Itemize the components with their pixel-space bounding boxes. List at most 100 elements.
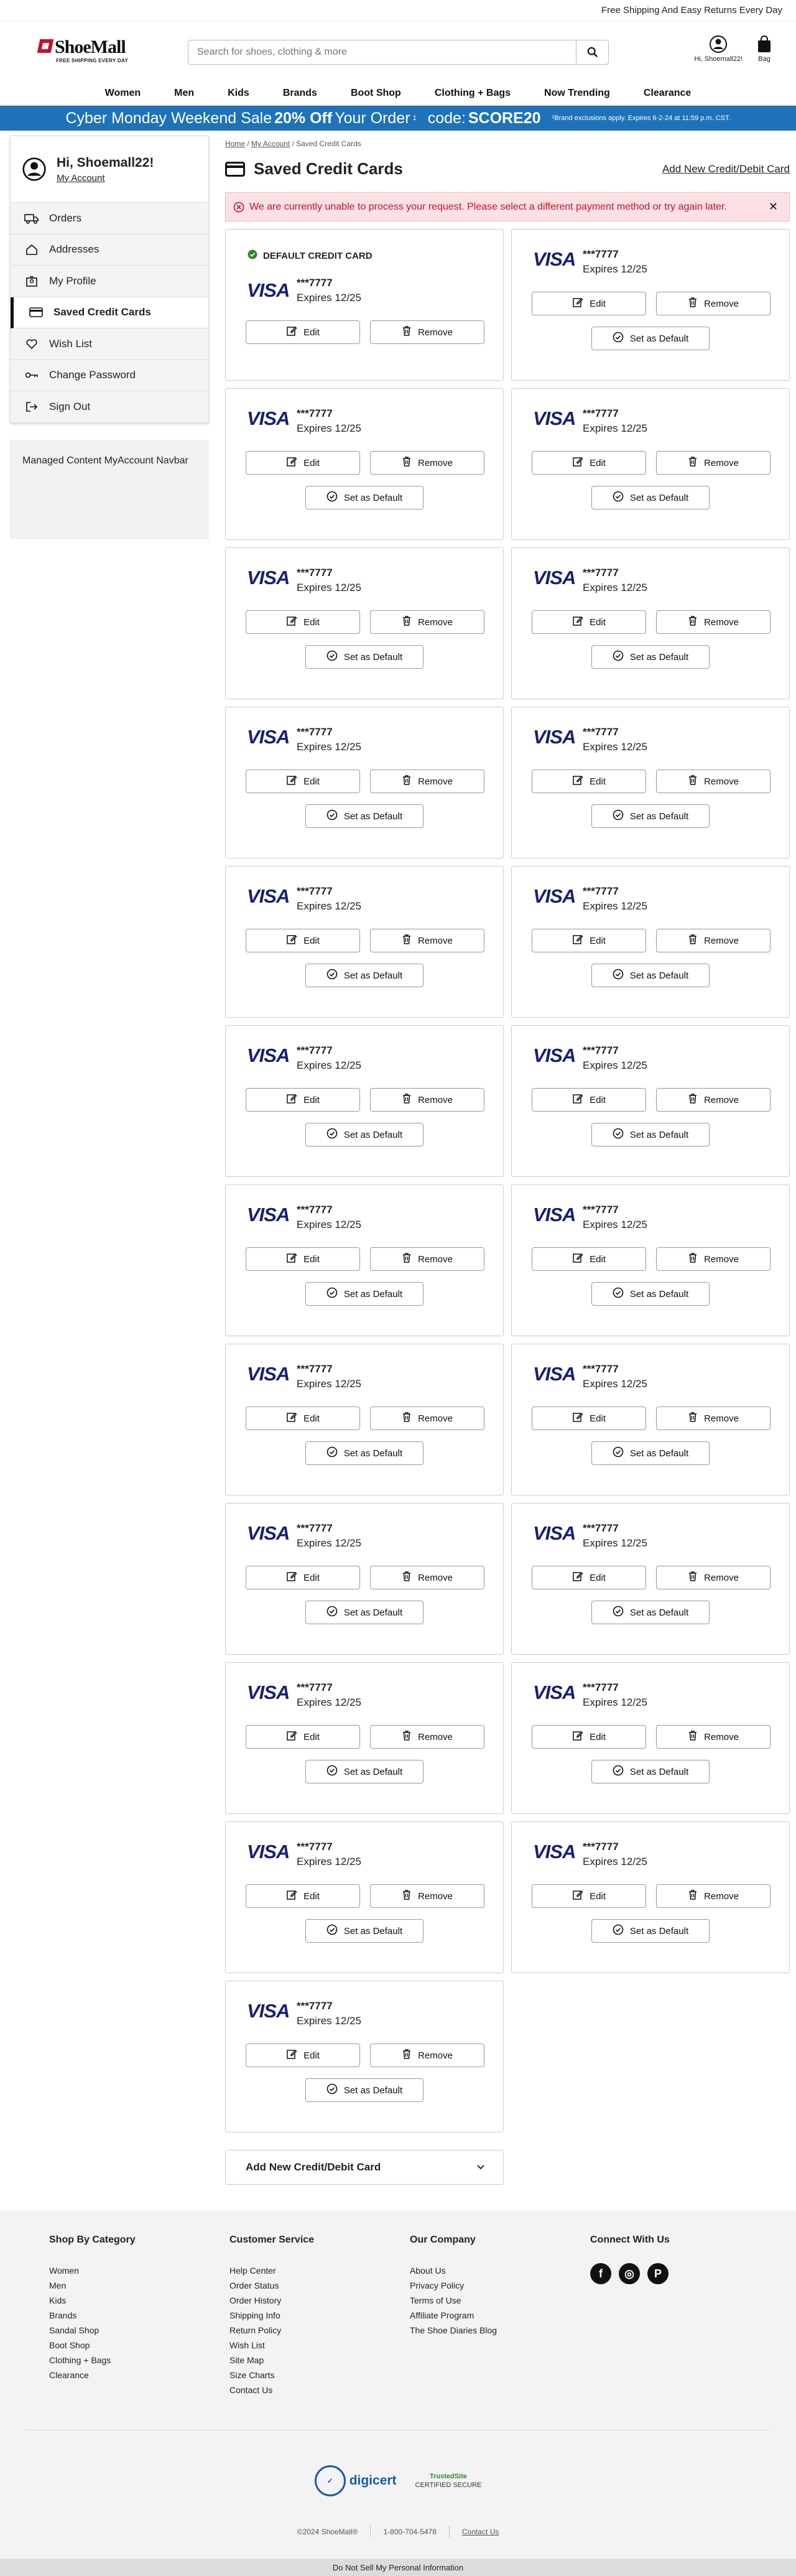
set-default-button[interactable]: Set as Default xyxy=(591,1760,710,1783)
edit-card-button[interactable]: Edit xyxy=(246,451,360,475)
set-default-button[interactable]: Set as Default xyxy=(591,964,710,987)
shoemall-logo[interactable]: ShoeMall FREE SHIPPING EVERY DAY xyxy=(37,35,135,67)
breadcrumb-account[interactable]: My Account xyxy=(251,139,290,148)
edit-card-button[interactable]: Edit xyxy=(246,320,360,344)
footer-link-return-policy[interactable]: Return Policy xyxy=(229,2323,410,2338)
edit-card-button[interactable]: Edit xyxy=(532,1247,646,1271)
set-default-button[interactable]: Set as Default xyxy=(305,486,423,509)
edit-card-button[interactable]: Edit xyxy=(532,1566,646,1589)
footer-link-sandal-shop[interactable]: Sandal Shop xyxy=(49,2323,229,2338)
edit-card-button[interactable]: Edit xyxy=(246,1407,360,1430)
nav-clothing-bags[interactable]: Clothing + Bags xyxy=(418,81,527,105)
footer-link-size-charts[interactable]: Size Charts xyxy=(229,2368,410,2383)
remove-card-button[interactable]: Remove xyxy=(656,1566,771,1589)
nav-boot-shop[interactable]: Boot Shop xyxy=(334,81,418,105)
remove-card-button[interactable]: Remove xyxy=(656,610,771,634)
edit-card-button[interactable]: Edit xyxy=(246,1566,360,1589)
facebook-icon[interactable]: f xyxy=(590,2263,611,2284)
remove-card-button[interactable]: Remove xyxy=(656,1247,771,1271)
footer-link-clearance[interactable]: Clearance xyxy=(49,2368,229,2383)
edit-card-button[interactable]: Edit xyxy=(246,1088,360,1112)
edit-card-button[interactable]: Edit xyxy=(532,1725,646,1749)
remove-card-button[interactable]: Remove xyxy=(656,929,771,952)
sidebar-item-sign-out[interactable]: Sign Out xyxy=(11,391,208,423)
footer-link-clothing-bags[interactable]: Clothing + Bags xyxy=(49,2353,229,2368)
instagram-icon[interactable]: ◎ xyxy=(619,2263,640,2284)
set-default-button[interactable]: Set as Default xyxy=(591,645,710,669)
set-default-button[interactable]: Set as Default xyxy=(305,1123,423,1146)
footer-link-brands[interactable]: Brands xyxy=(49,2308,229,2323)
nav-now-trending[interactable]: Now Trending xyxy=(527,81,627,105)
remove-card-button[interactable]: Remove xyxy=(370,1566,484,1589)
nav-kids[interactable]: Kids xyxy=(211,81,266,105)
trustedsite-badge[interactable]: TrustedSite CERTIFIED SECURE xyxy=(415,2472,482,2490)
set-default-button[interactable]: Set as Default xyxy=(305,1601,423,1624)
footer-link-affiliate-program[interactable]: Affiliate Program xyxy=(410,2308,590,2323)
edit-card-button[interactable]: Edit xyxy=(532,610,646,634)
edit-card-button[interactable]: Edit xyxy=(246,1247,360,1271)
footer-link-contact-us[interactable]: Contact Us xyxy=(229,2383,410,2397)
footer-link-site-map[interactable]: Site Map xyxy=(229,2353,410,2368)
sidebar-item-addresses[interactable]: Addresses xyxy=(11,234,208,266)
footer-link-men[interactable]: Men xyxy=(49,2278,229,2293)
remove-card-button[interactable]: Remove xyxy=(370,1725,484,1749)
do-not-sell-link[interactable]: Do Not Sell My Personal Information xyxy=(0,2559,796,2576)
promo-banner[interactable]: Cyber Monday Weekend Sale 20% Off Your O… xyxy=(0,106,796,131)
footer-link-help-center[interactable]: Help Center xyxy=(229,2263,410,2278)
nav-brands[interactable]: Brands xyxy=(266,81,334,105)
set-default-button[interactable]: Set as Default xyxy=(591,486,710,509)
search-input[interactable] xyxy=(188,40,576,64)
set-default-button[interactable]: Set as Default xyxy=(591,1601,710,1624)
footer-link-shipping-info[interactable]: Shipping Info xyxy=(229,2308,410,2323)
edit-card-button[interactable]: Edit xyxy=(246,2044,360,2067)
breadcrumb-home[interactable]: Home xyxy=(225,139,245,148)
remove-card-button[interactable]: Remove xyxy=(656,1407,771,1430)
footer-link-order-history[interactable]: Order History xyxy=(229,2293,410,2308)
edit-card-button[interactable]: Edit xyxy=(246,770,360,793)
set-default-button[interactable]: Set as Default xyxy=(305,645,423,669)
remove-card-button[interactable]: Remove xyxy=(370,929,484,952)
footer-link-terms-of-use[interactable]: Terms of Use xyxy=(410,2293,590,2308)
footer-link-order-status[interactable]: Order Status xyxy=(229,2278,410,2293)
footer-link-the-shoe-diaries-blog[interactable]: The Shoe Diaries Blog xyxy=(410,2323,590,2338)
set-default-button[interactable]: Set as Default xyxy=(305,964,423,987)
edit-card-button[interactable]: Edit xyxy=(246,1725,360,1749)
set-default-button[interactable]: Set as Default xyxy=(305,1760,423,1783)
footer-link-women[interactable]: Women xyxy=(49,2263,229,2278)
footer-link-boot-shop[interactable]: Boot Shop xyxy=(49,2338,229,2353)
remove-card-button[interactable]: Remove xyxy=(656,1088,771,1112)
add-new-card-accordion[interactable]: Add New Credit/Debit Card xyxy=(225,2150,504,2185)
set-default-button[interactable]: Set as Default xyxy=(591,1282,710,1306)
footer-link-about-us[interactable]: About Us xyxy=(410,2263,590,2278)
edit-card-button[interactable]: Edit xyxy=(532,1884,646,1908)
set-default-button[interactable]: Set as Default xyxy=(591,327,710,350)
sidebar-item-change-password[interactable]: Change Password xyxy=(11,360,208,391)
edit-card-button[interactable]: Edit xyxy=(246,1884,360,1908)
sidebar-item-my-profile[interactable]: My Profile xyxy=(11,266,208,297)
remove-card-button[interactable]: Remove xyxy=(370,610,484,634)
pinterest-icon[interactable]: P xyxy=(647,2263,669,2284)
footer-link-wish-list[interactable]: Wish List xyxy=(229,2338,410,2353)
set-default-button[interactable]: Set as Default xyxy=(591,804,710,828)
sidebar-item-orders[interactable]: Orders xyxy=(11,203,208,235)
nav-clearance[interactable]: Clearance xyxy=(627,81,708,105)
digicert-badge[interactable]: ✓ digicert xyxy=(314,2465,397,2496)
remove-card-button[interactable]: Remove xyxy=(370,2044,484,2067)
remove-card-button[interactable]: Remove xyxy=(370,1407,484,1430)
set-default-button[interactable]: Set as Default xyxy=(305,1919,423,1943)
nav-women[interactable]: Women xyxy=(88,81,157,105)
remove-card-button[interactable]: Remove xyxy=(370,1884,484,1908)
contact-us-link[interactable]: Contact Us xyxy=(462,2527,499,2536)
remove-card-button[interactable]: Remove xyxy=(370,1247,484,1271)
sidebar-item-saved-credit-cards[interactable]: Saved Credit Cards xyxy=(11,297,208,328)
set-default-button[interactable]: Set as Default xyxy=(591,1919,710,1943)
add-card-link[interactable]: Add New Credit/Debit Card xyxy=(662,163,790,175)
edit-card-button[interactable]: Edit xyxy=(246,929,360,952)
remove-card-button[interactable]: Remove xyxy=(370,451,484,475)
nav-men[interactable]: Men xyxy=(157,81,211,105)
edit-card-button[interactable]: Edit xyxy=(532,929,646,952)
set-default-button[interactable]: Set as Default xyxy=(305,1441,423,1465)
remove-card-button[interactable]: Remove xyxy=(656,1884,771,1908)
remove-card-button[interactable]: Remove xyxy=(370,1088,484,1112)
set-default-button[interactable]: Set as Default xyxy=(305,804,423,828)
